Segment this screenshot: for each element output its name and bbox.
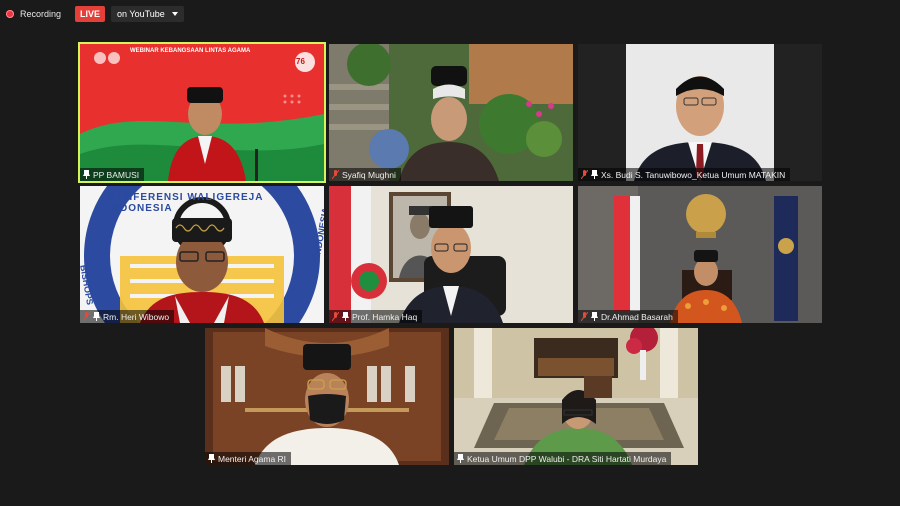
participant-name: Ketua Umum DPP Walubi - DRA Siti Hartati… [467,453,667,464]
pin-icon [342,312,349,321]
live-destination-label: on YouTube [117,9,165,19]
video-tile-6[interactable]: Dr.Ahmad Basarah [578,186,822,323]
microphone-muted-icon [581,312,588,321]
video-tile-2[interactable]: Syafiq Mughni [329,44,573,181]
logo-text-top: KONFERENSI WALIGEREJA INDONESIA [108,192,264,214]
live-destination-dropdown[interactable]: on YouTube [111,6,184,22]
pin-icon [457,454,464,463]
video-feed-7 [205,328,449,465]
participant-name: Rm. Heri Wibowo [103,311,170,322]
video-feed-8 [454,328,698,465]
participant-nameplate: Syafiq Mughni [329,168,401,181]
video-feed-2 [329,44,573,181]
microphone-muted-icon [581,170,588,179]
participant-nameplate: Prof. Hamka Haq [329,310,423,323]
pin-icon [591,170,598,179]
video-feed-5 [329,186,573,323]
pin-icon [83,170,90,179]
participant-nameplate: PP BAMUSI [80,168,145,181]
video-feed-3 [578,44,822,181]
participant-name: Syafiq Mughni [342,169,396,180]
microphone-muted-icon [83,312,90,321]
video-tile-7[interactable]: Menteri Agama RI [205,328,449,465]
video-tile-5[interactable]: Prof. Hamka Haq [329,186,573,323]
video-tile-1[interactable]: WEBINAR KEBANGSAAN LINTAS AGAMA 76 PP BA… [78,42,326,183]
video-tile-3[interactable]: Xs. Budi S. Tanuwibowo_Ketua Umum MATAKI… [578,44,822,181]
video-feed-6 [578,186,822,323]
pin-icon [208,454,215,463]
participant-nameplate: Rm. Heri Wibowo [80,310,175,323]
participant-nameplate: Menteri Agama RI [205,452,292,465]
participant-name: Menteri Agama RI [218,453,287,464]
participant-name: Xs. Budi S. Tanuwibowo_Ketua Umum MATAKI… [601,169,786,180]
pin-icon [591,312,598,321]
record-icon [6,10,14,18]
participant-nameplate: Ketua Umum DPP Walubi - DRA Siti Hartati… [454,452,672,465]
banner-title: WEBINAR KEBANGSAAN LINTAS AGAMA [130,48,251,54]
recording-toolbar: Recording LIVE on YouTube [6,6,184,22]
video-tile-4[interactable]: KONFERENSI WALIGEREJA INDONESIA BISHOPS … [80,186,324,323]
banner-anniversary: 76 [296,57,305,66]
participant-nameplate: Dr.Ahmad Basarah [578,310,678,323]
video-feed-1 [80,44,324,181]
participant-name: PP BAMUSI [93,169,140,180]
chevron-down-icon [171,12,178,16]
participant-name: Prof. Hamka Haq [352,311,418,322]
microphone-muted-icon [332,170,339,179]
pin-icon [93,312,100,321]
video-tile-8[interactable]: Ketua Umum DPP Walubi - DRA Siti Hartati… [454,328,698,465]
recording-label: Recording [20,9,62,19]
microphone-muted-icon [332,312,339,321]
participant-name: Dr.Ahmad Basarah [601,311,673,322]
participant-nameplate: Xs. Budi S. Tanuwibowo_Ketua Umum MATAKI… [578,168,791,181]
live-badge[interactable]: LIVE [75,6,106,22]
